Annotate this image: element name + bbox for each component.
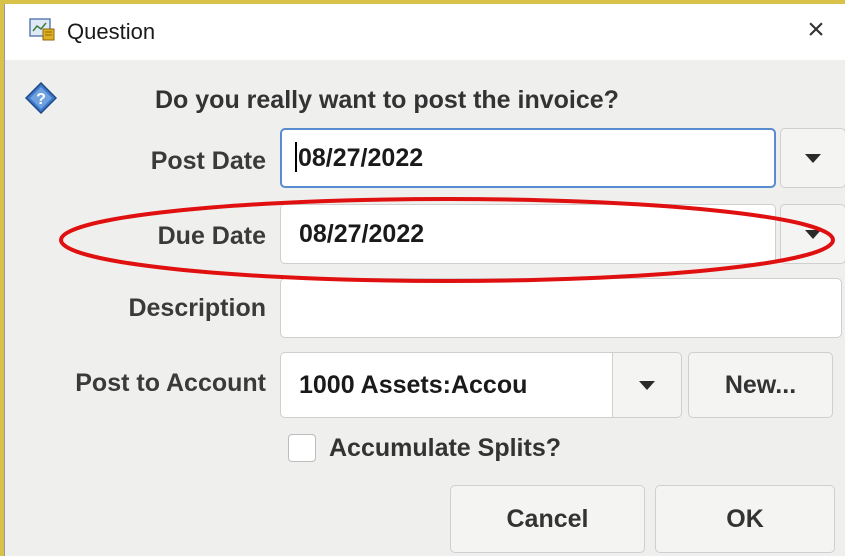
account-value: 1000 Assets:Accou xyxy=(299,371,528,399)
svg-text:?: ? xyxy=(36,91,46,108)
gnucash-app-icon xyxy=(29,18,55,41)
chevron-down-icon xyxy=(805,230,821,239)
close-icon: × xyxy=(807,13,825,46)
account-combo-field[interactable]: 1000 Assets:Accou xyxy=(280,352,612,418)
question-dialog: Question × ? Do you really want to post … xyxy=(4,4,845,556)
ok-button[interactable]: OK xyxy=(655,485,835,553)
post-date-calendar-button[interactable] xyxy=(780,128,845,188)
cancel-button[interactable]: Cancel xyxy=(450,485,645,553)
new-account-button[interactable]: New... xyxy=(688,352,833,418)
due-date-field[interactable]: 08/27/2022 xyxy=(280,204,776,264)
description-label: Description xyxy=(128,294,266,322)
due-date-label: Due Date xyxy=(157,222,266,250)
close-button[interactable]: × xyxy=(796,10,836,50)
question-diamond-icon: ? xyxy=(25,82,57,114)
title-bar[interactable]: Question × xyxy=(5,4,845,60)
text-cursor xyxy=(295,142,297,173)
description-field[interactable] xyxy=(280,278,842,338)
account-dropdown-button[interactable] xyxy=(612,352,682,418)
confirmation-message: Do you really want to post the invoice? xyxy=(155,86,619,114)
post-date-value: 08/27/2022 xyxy=(298,144,424,172)
chevron-down-icon xyxy=(805,154,821,163)
post-to-account-label: Post to Account xyxy=(75,369,266,397)
post-date-field[interactable]: 08/27/2022 xyxy=(280,128,776,188)
due-date-calendar-button[interactable] xyxy=(780,204,845,264)
due-date-value: 08/27/2022 xyxy=(299,220,425,248)
post-date-label: Post Date xyxy=(150,147,266,175)
accumulate-splits-label[interactable]: Accumulate Splits? xyxy=(329,434,561,463)
chevron-down-icon xyxy=(639,381,655,390)
window-title: Question xyxy=(67,19,156,44)
accumulate-splits-checkbox[interactable] xyxy=(288,434,316,462)
